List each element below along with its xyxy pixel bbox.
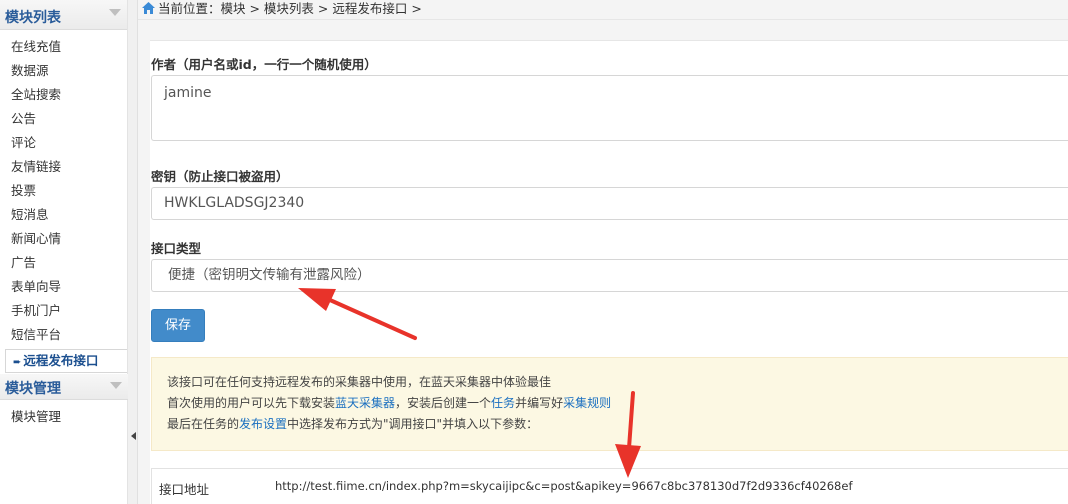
- key-input[interactable]: HWKLGLADSGJ2340: [151, 187, 1068, 220]
- chevron-down-icon[interactable]: [109, 9, 121, 16]
- notice-text: 并编写好: [515, 396, 564, 410]
- type-label: 接口类型: [151, 241, 202, 256]
- task-link[interactable]: 任务: [491, 396, 515, 410]
- save-button[interactable]: 保存: [151, 309, 205, 342]
- sidebar-section-title: 模块列表: [5, 10, 61, 26]
- notice-box: 该接口可在任何支持远程发布的采集器中使用，在蓝天采集器中体验最佳 首次使用的用户…: [151, 357, 1068, 451]
- publish-settings-link[interactable]: 发布设置: [239, 417, 287, 431]
- collect-rule-link[interactable]: 采集规则: [563, 396, 611, 410]
- breadcrumb: 当前位置：模块 > 模块列表 > 远程发布接口 >: [138, 0, 1068, 20]
- download-collector-link[interactable]: 蓝天采集器: [335, 396, 395, 410]
- sidebar: 模块列表 在线充值 数据源 全站搜索 公告 评论 友情链接 投票 短消息 新闻心…: [0, 0, 128, 504]
- sidebar-item-search[interactable]: 全站搜索: [0, 83, 127, 107]
- sidebar-item-form-wizard[interactable]: 表单向导: [0, 275, 127, 299]
- notice-line: 首次使用的用户可以先下载安装蓝天采集器，安装后创建一个任务并编写好采集规则: [167, 393, 1068, 414]
- notice-text: ，安装后创建一个: [395, 396, 492, 410]
- key-label: 密钥（防止接口被盗用）: [151, 169, 289, 184]
- notice-line: 该接口可在任何支持远程发布的采集器中使用，在蓝天采集器中体验最佳: [167, 372, 1068, 393]
- sidebar-item-comment[interactable]: 评论: [0, 131, 127, 155]
- sidebar-item-message[interactable]: 短消息: [0, 203, 127, 227]
- notice-text: 该接口可在任何支持远程发布的采集器中使用，在蓝天采集器中体验最佳: [167, 375, 552, 389]
- sidebar-menu: 模块管理: [0, 400, 128, 429]
- collapse-arrow-icon[interactable]: [131, 432, 136, 440]
- sidebar-section-header[interactable]: 模块列表: [0, 0, 127, 30]
- notice-text: 首次使用的用户可以先下载安装: [167, 396, 336, 410]
- sidebar-item-links[interactable]: 友情链接: [0, 155, 127, 179]
- sidebar-item-mood[interactable]: 新闻心情: [0, 227, 127, 251]
- notice-text: 最后在任务的: [167, 417, 240, 431]
- form-panel: 作者（用户名或id，一行一个随机使用） jamine 密钥（防止接口被盗用） H…: [150, 40, 1068, 504]
- sidebar-item-module-manage[interactable]: 模块管理: [0, 405, 128, 429]
- breadcrumb-text: 当前位置：模块 > 模块列表 > 远程发布接口 >: [158, 1, 422, 16]
- sidebar-item-sms[interactable]: 短信平台: [0, 323, 127, 347]
- author-label: 作者（用户名或id，一行一个随机使用）: [151, 57, 377, 72]
- chevron-down-icon[interactable]: [110, 382, 122, 389]
- sidebar-item-label: 远程发布接口: [23, 353, 99, 368]
- api-url-row: 接口地址 http://test.fiime.cn/index.php?m=sk…: [151, 468, 1068, 504]
- sidebar-item-ads[interactable]: 广告: [0, 251, 127, 275]
- sidebar-item-mobile[interactable]: 手机门户: [0, 299, 127, 323]
- arrow-right-icon: ➨: [13, 357, 22, 368]
- sidebar-item-vote[interactable]: 投票: [0, 179, 127, 203]
- api-url-label: 接口地址: [159, 482, 210, 497]
- sidebar-item-announcement[interactable]: 公告: [0, 107, 127, 131]
- sidebar-collapse-bar[interactable]: [128, 0, 138, 504]
- author-textarea[interactable]: jamine: [151, 75, 1068, 141]
- sidebar-section-title: 模块管理: [5, 381, 61, 397]
- sidebar-item-recharge[interactable]: 在线充值: [0, 35, 127, 59]
- notice-line: 最后在任务的发布设置中选择发布方式为"调用接口"并填入以下参数：: [167, 414, 1068, 435]
- api-url-value[interactable]: http://test.fiime.cn/index.php?m=skycaij…: [275, 479, 853, 493]
- main-content: 当前位置：模块 > 模块列表 > 远程发布接口 > 作者（用户名或id，一行一个…: [138, 0, 1068, 504]
- sidebar-item-remote-publish[interactable]: ➨ 远程发布接口: [5, 349, 127, 373]
- home-icon[interactable]: [142, 2, 155, 14]
- notice-text: 中选择发布方式为"调用接口"并填入以下参数：: [287, 417, 539, 431]
- sidebar-section2: 模块管理 模块管理: [0, 374, 128, 429]
- sidebar-menu: 在线充值 数据源 全站搜索 公告 评论 友情链接 投票 短消息 新闻心情 广告 …: [0, 30, 127, 373]
- sidebar-item-datasource[interactable]: 数据源: [0, 59, 127, 83]
- sidebar-section-header[interactable]: 模块管理: [0, 374, 128, 400]
- type-select[interactable]: 便捷（密钥明文传输有泄露风险）: [151, 259, 1068, 292]
